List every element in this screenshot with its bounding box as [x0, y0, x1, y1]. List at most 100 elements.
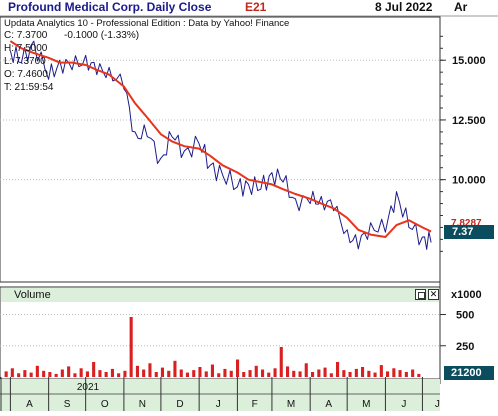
close-value: C: 7.3700 — [4, 30, 48, 41]
volume-bar — [267, 372, 271, 377]
volume-title-bar — [1, 288, 439, 302]
chart-canvas: 15.000 12.500 10.000 500 250 A S O N D J F M A M J J 202… — [0, 0, 498, 411]
volume-bar — [129, 317, 133, 377]
volume-bar — [160, 367, 164, 377]
month-label: J — [401, 399, 406, 410]
volume-bar — [217, 373, 221, 378]
volume-bar — [4, 371, 8, 377]
volume-bar — [342, 370, 346, 377]
volume-bar — [236, 359, 240, 377]
volume-bar — [286, 366, 290, 377]
volume-tick-label: 500 — [456, 310, 474, 322]
volume-bar — [198, 367, 202, 377]
restore-icon — [418, 292, 425, 299]
volume-bar — [67, 366, 71, 377]
volume-bar — [329, 373, 333, 378]
month-label: N — [139, 399, 146, 410]
volume-bar — [148, 363, 152, 378]
volume-bar — [273, 368, 277, 378]
volume-bar — [135, 365, 139, 378]
last-price-label: 7.37 — [452, 226, 474, 238]
source-info: Updata Analytics 10 - Professional Editi… — [4, 18, 290, 29]
price-panel — [0, 16, 441, 283]
volume-bar — [154, 372, 158, 377]
price-tick-label: 15.000 — [452, 55, 486, 67]
volume-bar — [404, 372, 408, 377]
volume-bar — [229, 370, 233, 378]
volume-bar — [210, 364, 214, 377]
volume-bar — [323, 367, 327, 377]
volume-bar — [317, 369, 321, 377]
volume-bar — [254, 365, 258, 378]
volume-bar — [173, 360, 177, 378]
volume-bar — [98, 370, 102, 377]
volume-bar — [54, 373, 58, 377]
volume-bar — [10, 368, 14, 378]
volume-bar — [398, 370, 402, 377]
month-label: M — [362, 399, 370, 410]
volume-bar — [279, 347, 283, 377]
chart-date: 8 Jul 2022 — [375, 0, 433, 14]
volume-bar — [242, 372, 246, 377]
low-value: L: 7.3700 — [4, 56, 46, 67]
change-value: -0.1000 (-1.33%) — [64, 30, 140, 41]
month-label: J — [435, 399, 440, 410]
volume-bar — [192, 370, 196, 377]
volume-bar — [92, 362, 96, 377]
volume-bar — [48, 372, 52, 377]
volume-bar — [23, 370, 27, 377]
volume-bar — [386, 371, 390, 377]
volume-bar — [167, 370, 171, 378]
month-label: F — [252, 399, 258, 410]
month-label: A — [325, 399, 332, 410]
volume-bar — [29, 372, 33, 377]
volume-last-label: 21200 — [451, 367, 482, 379]
price-tick-label: 10.000 — [452, 175, 486, 187]
volume-bar — [361, 367, 365, 377]
volume-bar — [17, 373, 21, 378]
volume-bar — [123, 370, 127, 378]
volume-bar — [117, 373, 121, 378]
month-label: S — [64, 399, 71, 410]
volume-bar — [110, 368, 114, 377]
volume-bar — [142, 369, 146, 377]
volume-bar — [367, 370, 371, 378]
volume-bar — [185, 372, 189, 377]
volume-title: Volume — [14, 289, 51, 301]
volume-bar — [42, 370, 46, 378]
volume-bar — [354, 368, 358, 377]
time-value: T: 21:59:54 — [4, 82, 54, 93]
month-label: M — [287, 399, 295, 410]
instrument-code: E21 — [245, 0, 267, 14]
chart-title: Profound Medical Corp. Daily Close — [8, 0, 212, 14]
volume-bar — [248, 370, 252, 377]
volume-bar — [411, 369, 415, 377]
volume-bar — [223, 368, 227, 377]
high-value: H: 7.5000 — [4, 43, 48, 54]
volume-bar — [417, 373, 421, 377]
volume-bar — [304, 363, 308, 378]
volume-bar — [104, 372, 108, 377]
restore-panel-button[interactable] — [415, 289, 426, 300]
volume-bar — [336, 362, 340, 377]
year-label: 2021 — [77, 382, 100, 393]
volume-bar — [298, 371, 302, 377]
scale-mode[interactable]: Ar — [454, 1, 467, 13]
volume-bar — [261, 369, 265, 377]
volume-bar — [85, 371, 89, 377]
volume-bar — [60, 369, 64, 377]
volume-bar — [392, 368, 396, 378]
volume-bar — [348, 372, 352, 377]
volume-tick-label: 250 — [456, 341, 474, 353]
close-icon: ✕ — [429, 289, 438, 299]
volume-bar — [73, 373, 77, 378]
volume-bar — [379, 365, 383, 377]
close-panel-button[interactable]: ✕ — [428, 289, 439, 300]
volume-bar — [35, 365, 39, 378]
month-label: D — [176, 399, 183, 410]
volume-bar — [292, 370, 296, 378]
volume-unit: x1000 — [451, 289, 482, 301]
volume-bar — [311, 372, 315, 377]
month-label: O — [101, 399, 109, 410]
month-label: A — [26, 399, 33, 410]
